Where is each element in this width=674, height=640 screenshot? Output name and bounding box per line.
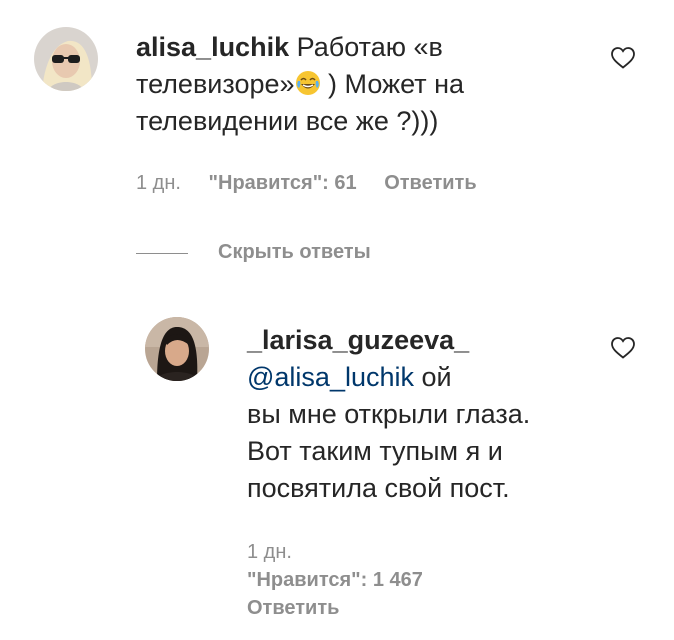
reply-likes[interactable]: "Нравится": 1 467	[247, 566, 423, 594]
hide-replies-label: Скрыть ответы	[218, 241, 371, 263]
avatar-alisa-luchik[interactable]	[34, 27, 98, 91]
reply-text: _larisa_guzeeva_ @alisa_luchik ой вы мне…	[247, 322, 597, 507]
comment-text: alisa_luchik Работаю «в телевизоре» ) Мо…	[136, 29, 606, 140]
reply-username[interactable]: _larisa_guzeeva_	[247, 322, 597, 359]
hide-replies-button[interactable]: Скрыть ответы	[218, 241, 371, 264]
reply-text-line2: вы мне открыли глаза.	[247, 399, 531, 429]
comment-username[interactable]: alisa_luchik	[136, 32, 289, 62]
comment-text-line3: телевидении все же ?)))	[136, 106, 439, 136]
comment-text-line2a: телевизоре»	[136, 69, 295, 99]
reply-mention[interactable]: @alisa_luchik	[247, 362, 414, 392]
like-heart-icon[interactable]	[610, 46, 636, 70]
comment-likes[interactable]: "Нравится": 61	[209, 172, 357, 194]
comment-meta: 1 дн. "Нравится": 61 Ответить	[136, 172, 477, 195]
reply-meta: 1 дн. "Нравится": 1 467 Ответить	[247, 538, 423, 622]
comment-reply-button[interactable]: Ответить	[384, 172, 476, 194]
comment-text-line2b: ) Может на	[320, 69, 465, 99]
joy-emoji-icon	[295, 69, 321, 95]
replies-divider	[136, 253, 188, 254]
reply-reply-button[interactable]: Ответить	[247, 594, 423, 622]
reply-text-line1: ой	[413, 362, 452, 392]
comment-time[interactable]: 1 дн.	[136, 172, 181, 194]
reply-like-heart-icon[interactable]	[610, 336, 636, 360]
avatar-larisa-guzeeva[interactable]	[145, 317, 209, 381]
reply-text-line3: Вот таким тупым я и	[247, 436, 503, 466]
reply-time[interactable]: 1 дн.	[247, 538, 423, 566]
comment-text-line1: Работаю «в	[296, 32, 443, 62]
reply-text-line4: посвятила свой пост.	[247, 473, 510, 503]
